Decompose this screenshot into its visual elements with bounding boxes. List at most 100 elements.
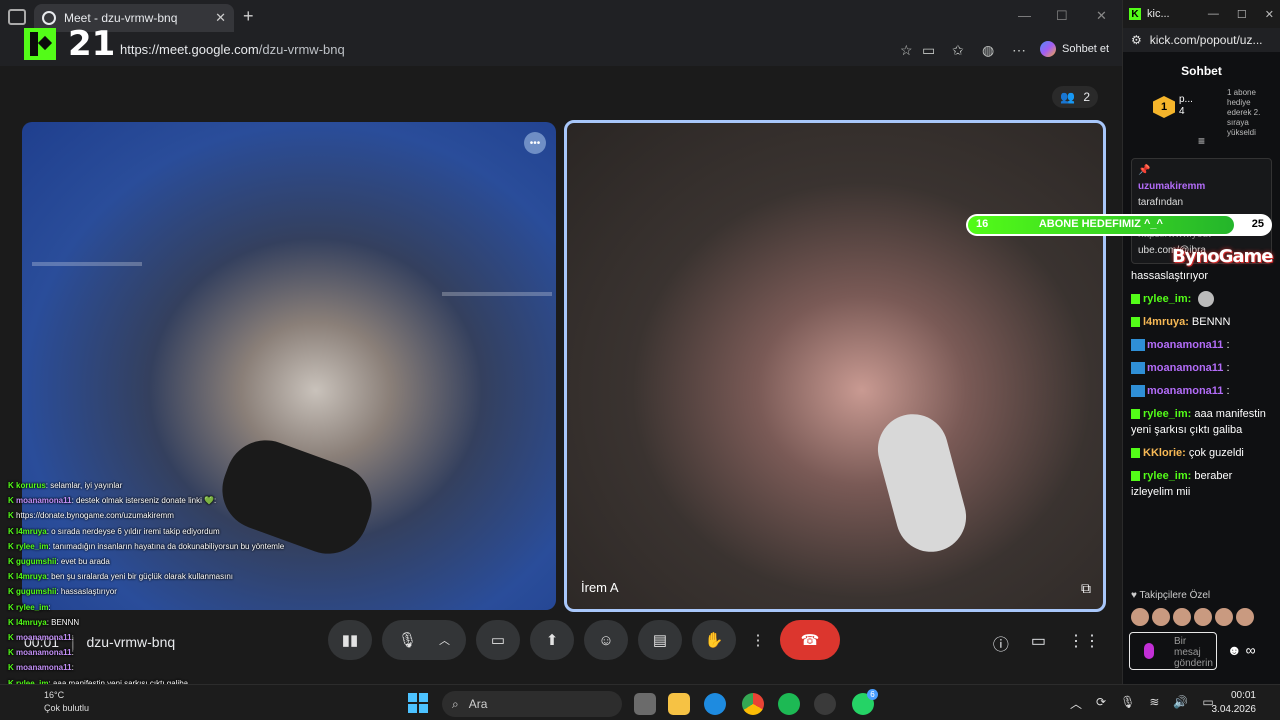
activities-grid-icon[interactable]: ⋮⋮ [1068,631,1100,655]
chat-text: çok guzeldi [1188,447,1244,460]
chat-message[interactable]: rylee_im: aaa manifestin yeni şarkısı çı… [1131,406,1272,438]
sync-icon[interactable]: ⟳ [1096,695,1106,712]
kick-address-bar[interactable]: ⚙ kick.com/popout/uz... [1123,28,1280,52]
chat-username[interactable]: moanamona11 [1147,339,1223,351]
close-window-icon[interactable]: ✕ [1096,8,1107,24]
gift-leader-name: p... [1179,94,1193,105]
avatar[interactable] [1194,608,1212,626]
copilot-chat-button[interactable]: Sohbet et [1040,41,1109,57]
chat-message[interactable]: hassaslaştırıyor [1131,268,1272,284]
maximize-icon[interactable]: ☐ [1237,8,1247,21]
chat-message[interactable]: moanamona11 : [1131,360,1272,376]
profile-avatar-icon[interactable]: ◍ [982,42,994,59]
voice-mic-icon[interactable] [1144,643,1154,659]
chat-username[interactable]: rylee_im: [1143,293,1191,305]
minimize-icon[interactable]: — [1018,8,1031,23]
spotify-icon[interactable] [778,693,800,715]
raise-hand-button[interactable]: ✋ [692,620,736,660]
chat-message[interactable]: rylee_im: [1131,291,1272,308]
maximize-icon[interactable]: ☐ [1056,8,1068,24]
chat-message[interactable]: moanamona11 : [1131,383,1272,399]
avatar[interactable] [1215,608,1233,626]
address-bar[interactable]: https://meet.google.com/dzu-vrmw-bnq [120,42,345,57]
chat-input-placeholder: Bir mesaj gönderin [1174,636,1213,669]
taskbar-clock[interactable]: 00:01 3.04.2026 [1212,689,1257,717]
camera-button[interactable]: ▭ [476,620,520,660]
kick-badge-icon: K [8,541,16,551]
workspace-icon[interactable] [8,9,26,25]
taskbar-search[interactable]: ⌕ Ara [442,691,622,717]
more-menu-icon[interactable]: ⋯ [1012,42,1026,59]
leave-call-button[interactable]: ☎ [780,620,840,660]
overlay-chat-line: K l4mruya: BENNN [8,615,338,630]
participants-indicator[interactable]: 👥 2 [1052,86,1098,108]
chat-username[interactable]: l4mruya: [1143,316,1189,328]
reactions-button[interactable]: ☺ [584,620,628,660]
call-controls: ▮▮ 🎙 ︿ ▭ ⬆ ☺ ▤ ✋ ⋮ ☎ [328,620,840,660]
hand-icon: ✋ [704,632,724,649]
site-settings-icon[interactable]: ⚙ [1131,33,1142,47]
kick-badge-icon: K [8,663,16,673]
chat-username[interactable]: KKlorie: [1143,447,1186,459]
task-view-icon[interactable] [634,693,656,715]
meet-browser-window: Meet - dzu-vrmw-bnq ✕ + — ☐ ✕ https://me… [0,0,1122,718]
followers-only-label: ♥ Takipçilere Özel [1131,590,1211,601]
edge-icon[interactable] [704,693,726,715]
chat-message-input[interactable]: Bir mesaj gönderin [1129,632,1217,670]
chat-icon[interactable]: ▭ [1031,631,1046,655]
present-button[interactable]: ⬆ [530,620,574,660]
video-tile-irem[interactable]: İrem A ⧉ [564,120,1106,612]
overlay-chat-user: rylee_im [16,602,49,612]
new-tab-icon[interactable]: + [243,6,254,27]
chat-message[interactable]: moanamona11 : [1131,337,1272,353]
avatar[interactable] [1236,608,1254,626]
microphone-button[interactable]: 🎙 ︿ [382,620,466,660]
weather-widget[interactable]: 16°C Çok bulutlu [44,689,89,715]
more-vertical-icon: ⋮ [750,632,766,649]
close-tab-icon[interactable]: ✕ [215,10,226,26]
whatsapp-badge: 6 [867,689,878,700]
bookmark-star-icon[interactable]: ☆ [900,42,913,59]
chrome-icon[interactable] [742,693,764,715]
chat-message[interactable]: KKlorie: çok guzeldi [1131,445,1272,461]
obs-icon[interactable] [814,693,836,715]
kick-badge-icon: K [8,496,16,506]
chat-username[interactable]: moanamona11 [1147,362,1223,374]
chat-message[interactable]: l4mruya: BENNN [1131,314,1272,330]
tab-meet[interactable]: Meet - dzu-vrmw-bnq ✕ [34,4,234,32]
goal-progress-fill: 16 ABONE HEDEFIMIZ ^_^ [968,216,1234,234]
gift-leader[interactable]: p... 4 [1179,94,1193,118]
close-window-icon[interactable]: ✕ [1265,8,1274,21]
whatsapp-icon[interactable]: 6 [852,689,878,715]
followers-label-text: Takipçilere Özel [1139,590,1211,601]
chat-username[interactable]: rylee_im: [1143,470,1191,482]
volume-icon[interactable]: 🔊 [1173,695,1188,712]
chat-username[interactable]: rylee_im: [1143,408,1191,420]
chat-message[interactable]: rylee_im: beraber izleyelim mii [1131,468,1272,500]
favorites-icon[interactable]: ✩ [952,42,964,59]
mic-icon[interactable]: 🎙 [1120,695,1135,712]
emote-picker-icon[interactable]: ☻ [1227,642,1242,658]
overlay-chat-line: K l4mruya: o sırada nerdeyse 6 yıldır ir… [8,524,338,539]
avatar[interactable] [1131,608,1149,626]
chevron-up-icon[interactable]: ︿ [1070,695,1082,712]
wifi-icon[interactable]: ≋ [1149,695,1159,712]
audio-bars-icon: ▮▮ [341,632,359,649]
goal-title: ABONE HEDEFIMIZ ^_^ [1038,218,1163,230]
captions-button[interactable]: ▤ [638,620,682,660]
avatar[interactable] [1173,608,1191,626]
badge-icon [1131,471,1140,482]
avatar[interactable] [1152,608,1170,626]
minimize-icon[interactable]: — [1208,8,1219,21]
file-explorer-icon[interactable] [668,693,690,715]
overlay-chat-text: : selamlar, iyi yayınlar [45,481,123,490]
chat-username[interactable]: moanamona11 [1147,385,1223,397]
start-button[interactable] [408,693,428,713]
infinity-icon[interactable]: ∞ [1246,642,1256,658]
copilot-icon [1040,41,1056,57]
more-options-button[interactable]: ⋮ [746,620,770,660]
camera-permission-icon[interactable]: ▭ [922,42,935,59]
pin-tile-icon[interactable]: ⧉ [1081,580,1091,597]
info-icon[interactable]: ⓘ [993,631,1009,655]
chevron-up-icon[interactable]: ︿ [439,632,450,648]
